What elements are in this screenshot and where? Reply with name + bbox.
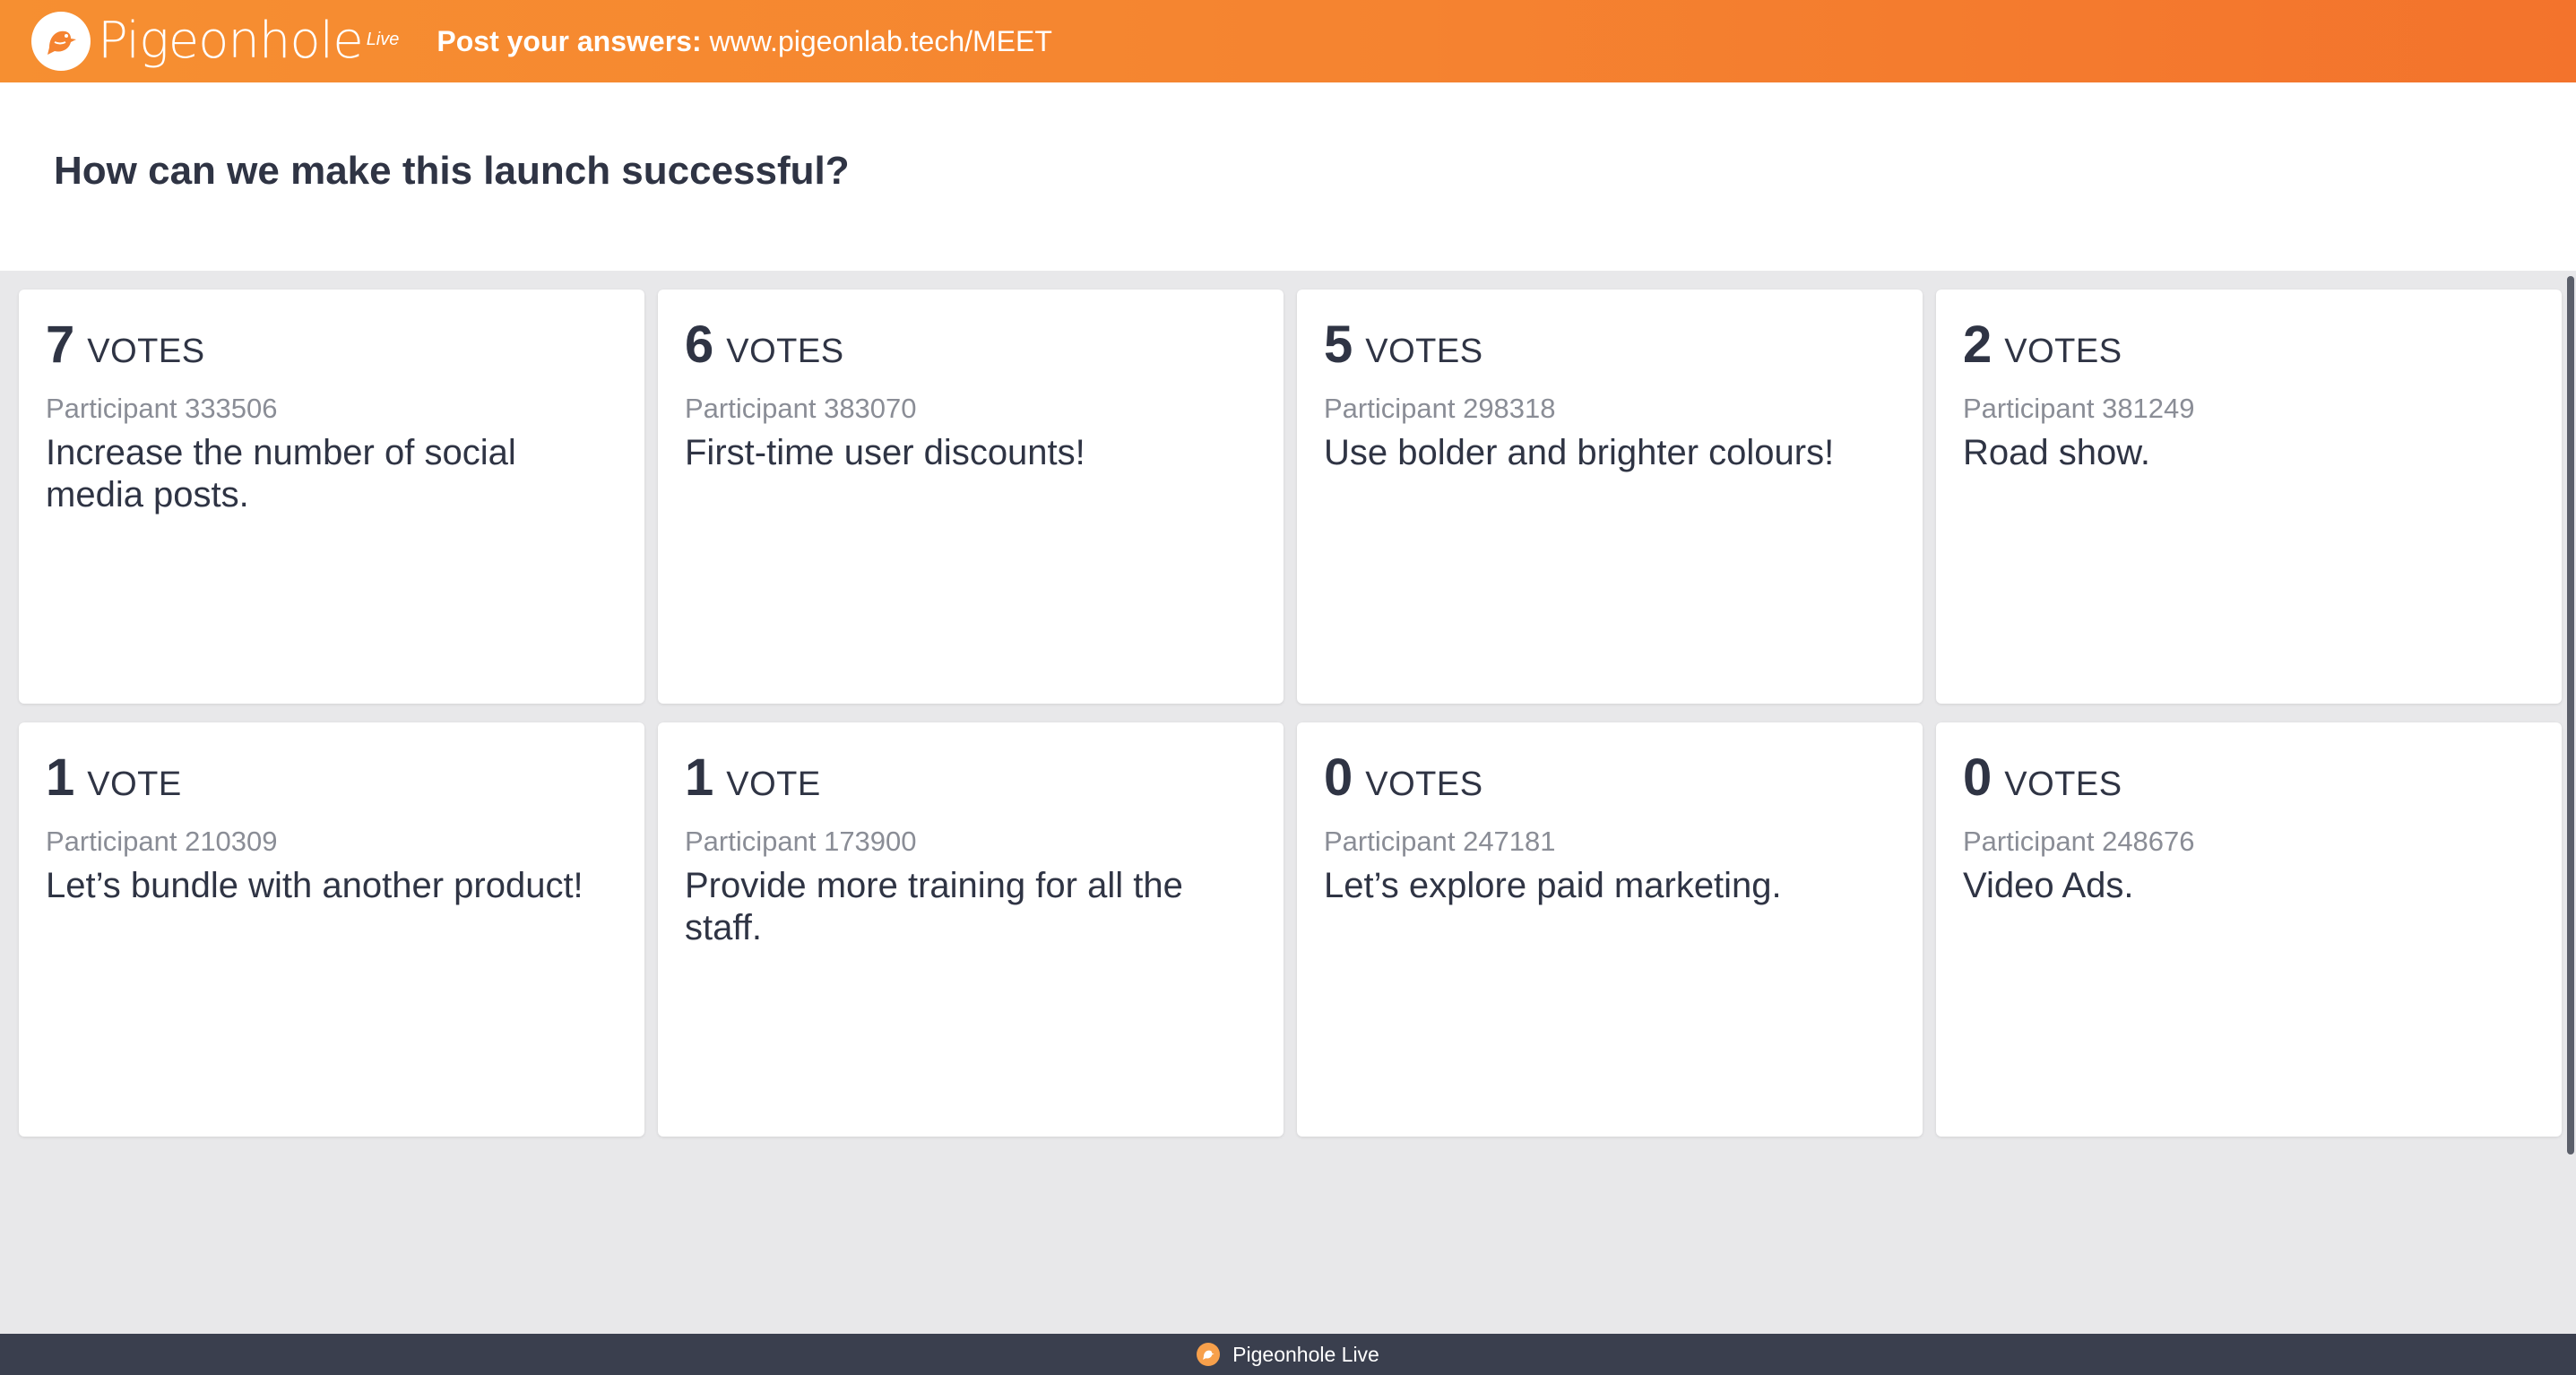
participant-name: Participant 210309 (46, 826, 278, 857)
vote-unit: VOTES (2004, 765, 2122, 803)
vote-count: 6 VOTES (685, 315, 1257, 375)
vote-count: 1 VOTE (685, 748, 1257, 808)
vote-count: 2 VOTES (1963, 315, 2535, 375)
post-answers-label: Post your answers: (437, 24, 702, 57)
answer-text: Let’s explore paid marketing. (1324, 866, 1782, 905)
answer-card[interactable]: 7 VOTES Participant 333506 Increase the … (19, 290, 644, 704)
vote-unit: VOTE (726, 765, 821, 803)
vote-number: 7 (46, 316, 75, 374)
vote-count: 7 VOTES (46, 315, 618, 375)
answer-card[interactable]: 2 VOTES Participant 381249 Road show. (1936, 290, 2562, 704)
vote-number: 2 (1963, 316, 1993, 374)
answer-card[interactable]: 1 VOTE Participant 210309 Let’s bundle w… (19, 722, 644, 1137)
vote-count: 1 VOTE (46, 748, 618, 808)
pigeon-logo-icon (31, 12, 91, 71)
vote-unit: VOTE (87, 765, 182, 803)
vote-unit: VOTES (1365, 333, 1483, 370)
participant-name: Participant 247181 (1324, 826, 1556, 857)
vote-unit: VOTES (1365, 765, 1483, 803)
participant-name: Participant 248676 (1963, 826, 2195, 857)
question-band: How can we make this launch successful? (0, 82, 2576, 271)
vote-number: 5 (1324, 316, 1353, 374)
vote-unit: VOTES (726, 333, 844, 370)
answer-card[interactable]: 1 VOTE Participant 173900 Provide more t… (658, 722, 1284, 1137)
question-title: How can we make this launch successful? (54, 149, 850, 193)
answer-card[interactable]: 0 VOTES Participant 248676 Video Ads. (1936, 722, 2562, 1137)
answer-text: Provide more training for all the staff. (685, 866, 1183, 948)
participant-name: Participant 298318 (1324, 393, 1556, 424)
vote-number: 0 (1324, 748, 1353, 807)
vertical-scrollbar[interactable] (2565, 271, 2576, 1334)
answer-text: First-time user discounts! (685, 433, 1085, 472)
answer-text: Use bolder and brighter colours! (1324, 433, 1835, 472)
answer-text: Increase the number of social media post… (46, 433, 516, 515)
vote-count: 0 VOTES (1963, 748, 2535, 808)
answer-card[interactable]: 0 VOTES Participant 247181 Let’s explore… (1297, 722, 1923, 1137)
post-answers-url[interactable]: www.pigeonlab.tech/MEET (709, 25, 1051, 57)
answer-card[interactable]: 6 VOTES Participant 383070 First-time us… (658, 290, 1284, 704)
vote-number: 6 (685, 316, 714, 374)
pigeonhole-logo[interactable]: Pigeonhole Live (31, 12, 399, 71)
answer-card[interactable]: 5 VOTES Participant 298318 Use bolder an… (1297, 290, 1923, 704)
vote-number: 1 (685, 748, 714, 807)
vote-unit: VOTES (2004, 333, 2122, 370)
vote-number: 1 (46, 748, 75, 807)
scrollbar-thumb[interactable] (2567, 276, 2574, 1154)
brand-live-label: Live (366, 30, 400, 49)
post-answers-info: Post your answers: www.pigeonlab.tech/ME… (437, 25, 1052, 58)
answer-text: Video Ads. (1963, 866, 2134, 905)
answer-text: Road show. (1963, 433, 2151, 472)
participant-name: Participant 381249 (1963, 393, 2195, 424)
pigeon-logo-icon (1197, 1343, 1221, 1366)
vote-number: 0 (1963, 748, 1993, 807)
participant-name: Participant 333506 (46, 393, 278, 424)
top-bar: Pigeonhole Live Post your answers: www.p… (0, 0, 2576, 82)
brand-name: Pigeonhole (98, 12, 364, 70)
participant-name: Participant 383070 (685, 393, 917, 424)
footer-bar: Pigeonhole Live (0, 1334, 2576, 1375)
vote-unit: VOTES (87, 333, 205, 370)
vote-count: 0 VOTES (1324, 748, 1896, 808)
answer-text: Let’s bundle with another product! (46, 866, 583, 905)
participant-name: Participant 173900 (685, 826, 917, 857)
footer-brand[interactable]: Pigeonhole Live (1232, 1343, 1379, 1367)
vote-count: 5 VOTES (1324, 315, 1896, 375)
